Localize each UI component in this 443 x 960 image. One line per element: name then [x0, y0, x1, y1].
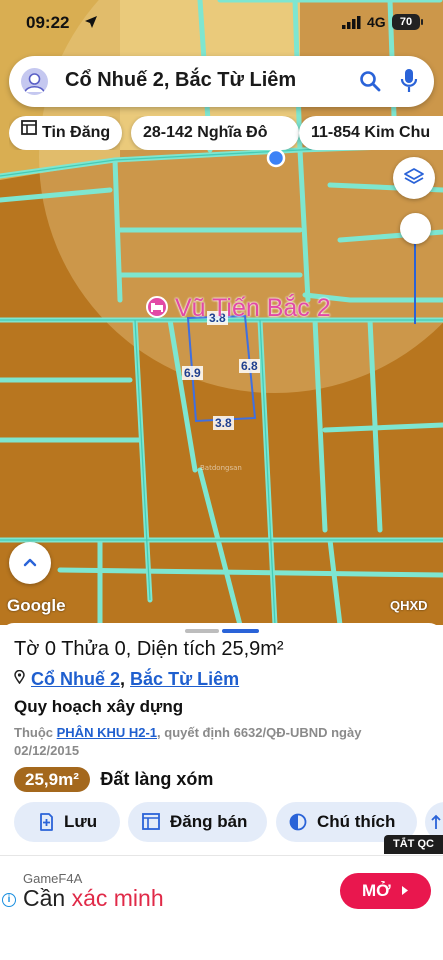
chip-recent-search[interactable]: 11-854 Kim Chu	[299, 116, 443, 150]
search-icon[interactable]	[359, 70, 381, 92]
ad-cta-label: MỞ	[362, 881, 391, 900]
google-logo: Google	[7, 596, 66, 615]
search-input[interactable]: Cổ Nhuế 2, Bắc Từ Liêm	[65, 69, 296, 92]
layers-icon	[404, 168, 424, 184]
plot-dimension-bottom: 3.8	[213, 416, 234, 430]
avatar[interactable]	[21, 68, 48, 95]
planning-heading: Quy hoạch xây dựng	[14, 697, 184, 716]
ad-headline-plain: Cần	[23, 885, 72, 911]
plot-dimension-right: 6.8	[239, 359, 260, 373]
save-button[interactable]: Lưu	[14, 802, 120, 842]
land-type-label: Đất làng xóm	[100, 769, 214, 789]
area-badge: 25,9m²	[14, 767, 90, 792]
land-use-row: 25,9m² Đất làng xóm	[14, 767, 213, 792]
sheet-handle-active[interactable]	[222, 629, 259, 633]
quick-chips: Tin Đăng 28-142 Nghĩa Đô 11-854 Kim Chu	[9, 116, 443, 150]
parcel-info-sheet: Tờ 0 Thửa 0, Diện tích 25,9m² Cổ Nhuế 2,…	[0, 623, 443, 855]
planning-zone-link[interactable]: PHÂN KHU H2-1	[57, 725, 157, 740]
status-time: 09:22	[26, 13, 70, 32]
battery-icon: 70	[392, 14, 423, 30]
search-bar[interactable]: Cổ Nhuế 2, Bắc Từ Liêm	[9, 56, 434, 107]
listing-icon	[21, 116, 37, 148]
parcel-title: Tờ 0 Thửa 0, Diện tích 25,9m²	[14, 638, 284, 660]
chevron-up-icon	[23, 558, 37, 567]
legend-icon	[289, 813, 307, 831]
bottom-safe-area	[0, 925, 443, 960]
current-location-dot	[266, 148, 286, 168]
expand-sheet-button[interactable]	[9, 542, 51, 584]
chip-label: 11-854 Kim Chu	[311, 124, 431, 141]
save-icon	[40, 813, 53, 831]
opacity-slider-handle[interactable]	[400, 213, 431, 244]
plot-dimension-left: 6.9	[182, 366, 203, 380]
planning-detail: Thuộc PHÂN KHU H2-1, quyết định 6632/QĐ-…	[14, 724, 429, 760]
ad-banner[interactable]: i GameF4A Cần xác minh MỞ	[0, 855, 443, 925]
location-arrow-icon	[85, 16, 97, 28]
location-pin-icon	[14, 668, 25, 689]
map-layer-code: QHXD	[390, 598, 428, 613]
chip-label: 28-142 Nghĩa Đô	[143, 124, 268, 141]
share-icon	[431, 814, 441, 829]
ad-brand: GameF4A	[23, 871, 83, 886]
ad-info-icon[interactable]: i	[2, 893, 16, 907]
hide-ad-button[interactable]: TẮT QC	[384, 835, 443, 854]
chip-label: Tin Đăng	[42, 124, 111, 141]
ad-open-button[interactable]: MỞ	[340, 873, 431, 909]
planning-prefix: Thuộc	[14, 725, 53, 740]
poi-hotel-icon[interactable]	[146, 296, 168, 318]
svg-text:Batdongsan: Batdongsan	[200, 464, 242, 472]
address-separator: ,	[120, 669, 126, 689]
microphone-icon[interactable]	[400, 68, 418, 94]
save-label: Lưu	[64, 812, 98, 831]
post-sale-icon	[142, 813, 160, 830]
chip-recent-search[interactable]: 28-142 Nghĩa Đô	[131, 116, 299, 150]
network-type: 4G	[367, 14, 386, 30]
chip-listings[interactable]: Tin Đăng	[9, 116, 122, 150]
post-sale-label: Đăng bán	[170, 812, 248, 831]
sheet-handle[interactable]	[185, 629, 219, 633]
action-bar: Lưu Đăng bán Chú thích	[0, 802, 443, 842]
layers-button[interactable]	[393, 157, 435, 199]
ad-headline-highlight: xác minh	[71, 885, 164, 911]
ad-headline: Cần xác minh	[23, 885, 164, 912]
parcel-address: Cổ Nhuế 2, Bắc Từ Liêm	[14, 669, 239, 690]
ward-link[interactable]: Cổ Nhuế 2	[31, 669, 120, 689]
district-link[interactable]: Bắc Từ Liêm	[130, 669, 239, 689]
play-arrow-icon	[402, 886, 408, 895]
post-sale-button[interactable]: Đăng bán	[128, 802, 267, 842]
status-bar: 09:22 4G 70	[0, 0, 443, 46]
poi-label[interactable]: Vũ Tiến Bắc 2	[175, 294, 331, 323]
signal-icon	[342, 16, 361, 29]
